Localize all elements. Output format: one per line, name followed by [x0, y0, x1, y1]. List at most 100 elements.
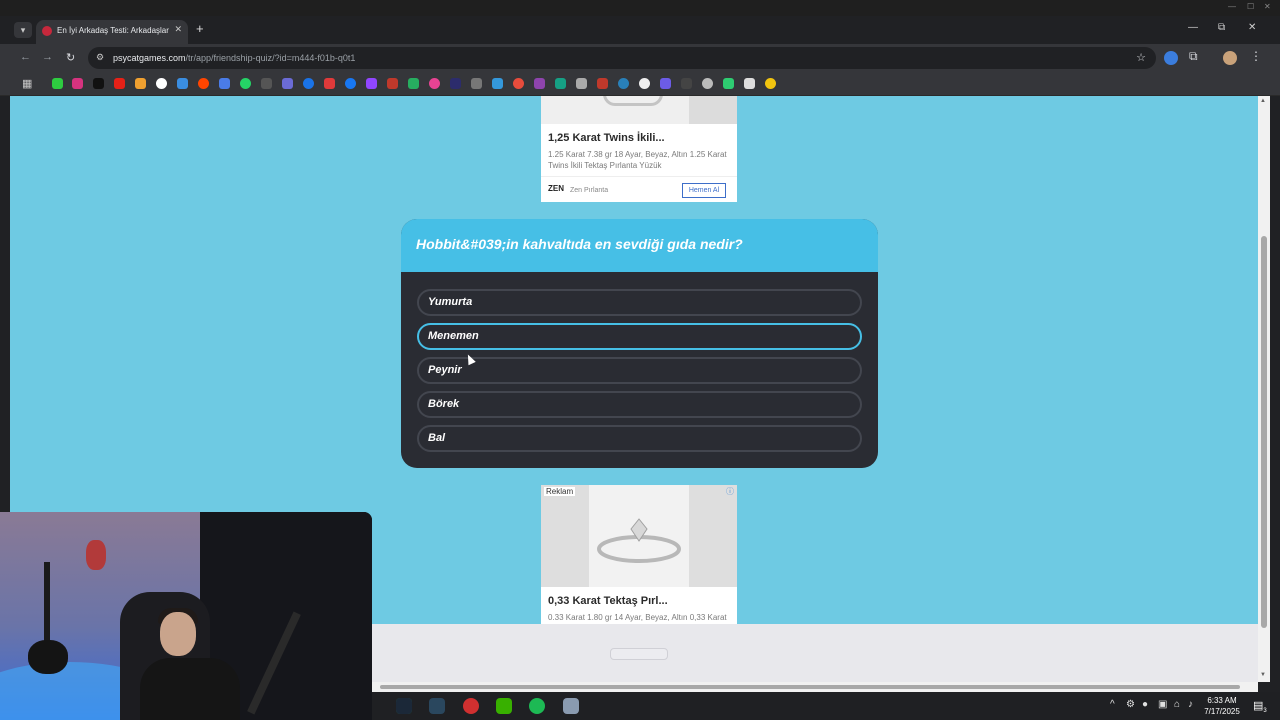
- tray-overflow-icon[interactable]: ^: [1110, 699, 1115, 710]
- bookmark-icon[interactable]: [408, 78, 419, 89]
- tab-search-button[interactable]: ▾: [14, 22, 32, 38]
- reload-icon[interactable]: ↻: [66, 51, 75, 64]
- bookmark-icon[interactable]: [135, 78, 146, 89]
- bookmark-icon[interactable]: [387, 78, 398, 89]
- tray-app-icon[interactable]: ⚙: [1126, 699, 1135, 710]
- site-info-icon[interactable]: ⚙: [96, 52, 104, 63]
- bookmark-icon[interactable]: [576, 78, 587, 89]
- back-arrow-icon[interactable]: ←: [20, 51, 31, 63]
- bookmark-icon[interactable]: [639, 78, 650, 89]
- profile-avatar[interactable]: [1223, 51, 1237, 65]
- display-icon[interactable]: ▣: [1158, 699, 1167, 710]
- file-explorer-icon[interactable]: [563, 698, 579, 714]
- bookmark-facebook-icon[interactable]: [345, 78, 356, 89]
- new-tab-button[interactable]: +: [196, 21, 204, 36]
- ad-card-bottom[interactable]: Reklam ⓘ 0,33 Karat Tektaş Pırl... 0.33 …: [541, 485, 737, 624]
- volume-icon[interactable]: ♪: [1188, 699, 1193, 710]
- apps-grid-icon[interactable]: ▦: [22, 77, 32, 90]
- forward-arrow-icon[interactable]: →: [42, 51, 53, 63]
- bookmark-icon[interactable]: [52, 78, 63, 89]
- bookmark-youtube-icon[interactable]: [114, 78, 125, 89]
- bookmark-icon[interactable]: [681, 78, 692, 89]
- ad-footer: ZEN Zen Pırlanta Hemen Al: [541, 176, 737, 202]
- scroll-thumb[interactable]: [1261, 236, 1267, 628]
- guitar-icon: [44, 562, 50, 652]
- bookmark-twitch-icon[interactable]: [366, 78, 377, 89]
- url-text[interactable]: psycatgames.com/tr/app/friendship-quiz/?…: [113, 53, 355, 63]
- site-favicon-icon: [42, 26, 52, 36]
- bookmark-icon[interactable]: [513, 78, 524, 89]
- clock-date: 7/17/2025: [1204, 707, 1240, 716]
- tab-active[interactable]: En İyi Arkadaş Testi: Arkadaşların ✕: [36, 20, 188, 44]
- restore-button[interactable]: ⧉: [1218, 22, 1225, 33]
- bookmark-icon[interactable]: [177, 78, 188, 89]
- close-mini-icon[interactable]: ✕: [1264, 2, 1271, 11]
- mic-icon[interactable]: ●: [1142, 699, 1148, 710]
- answer-option-yumurta[interactable]: Yumurta: [417, 289, 862, 316]
- bookmark-x-icon[interactable]: [93, 78, 104, 89]
- network-icon[interactable]: ⌂: [1174, 699, 1180, 710]
- bookmark-icon[interactable]: [597, 78, 608, 89]
- bookmark-icon[interactable]: [450, 78, 461, 89]
- restore-mini-icon[interactable]: ☐: [1247, 2, 1254, 11]
- answer-option-menemen[interactable]: Menemen: [417, 323, 862, 350]
- obs-icon[interactable]: [463, 698, 479, 714]
- bookmark-icon[interactable]: [219, 78, 230, 89]
- spotify-icon[interactable]: [529, 698, 545, 714]
- bookmark-icon[interactable]: [765, 78, 776, 89]
- address-bar[interactable]: ⚙ psycatgames.com/tr/app/friendship-quiz…: [88, 47, 1156, 69]
- bookmark-icon[interactable]: [324, 78, 335, 89]
- bookmark-icon[interactable]: [618, 78, 629, 89]
- quiz-header: Hobbit&#039;in kahvaltıda en sevdiği gıd…: [401, 219, 878, 272]
- minimize-mini-icon[interactable]: —: [1228, 2, 1236, 11]
- bookmark-icon[interactable]: [744, 78, 755, 89]
- quiz-question: Hobbit&#039;in kahvaltıda en sevdiği gıd…: [416, 236, 743, 252]
- ad-label: Reklam: [544, 487, 576, 496]
- system-clock[interactable]: 6:33 AM 7/17/2025: [1197, 695, 1247, 717]
- bookmark-icon[interactable]: [429, 78, 440, 89]
- window-title-bar: — ☐ ✕: [0, 0, 1280, 16]
- bookmark-icon[interactable]: [261, 78, 272, 89]
- ad-title[interactable]: 1,25 Karat Twins İkili...: [548, 132, 665, 144]
- bookmark-reddit-icon[interactable]: [198, 78, 209, 89]
- answer-option-borek[interactable]: Börek: [417, 391, 862, 418]
- ad-info-icon[interactable]: ⓘ: [726, 486, 734, 497]
- bookmark-icon[interactable]: [534, 78, 545, 89]
- scroll-up-icon[interactable]: ▲: [1260, 98, 1266, 104]
- bookmark-icon[interactable]: [72, 78, 83, 89]
- bookmark-icon[interactable]: [282, 78, 293, 89]
- scroll-down-icon[interactable]: ▼: [1260, 672, 1266, 678]
- vertical-scrollbar[interactable]: ▲ ▼: [1258, 96, 1270, 682]
- bookmark-icon[interactable]: [492, 78, 503, 89]
- extensions-puzzle-icon[interactable]: ⧉: [1189, 49, 1203, 63]
- tab-close-icon[interactable]: ✕: [174, 24, 182, 35]
- notification-icon[interactable]: ▤3: [1253, 699, 1267, 714]
- ad-card-top[interactable]: 1,25 Karat Twins İkili... 1.25 Karat 7.3…: [541, 96, 737, 202]
- steam-icon[interactable]: [429, 698, 445, 714]
- ad-title[interactable]: 0,33 Karat Tektaş Pırl...: [548, 595, 668, 607]
- bookmark-icon[interactable]: [723, 78, 734, 89]
- answer-option-bal[interactable]: Bal: [417, 425, 862, 452]
- minimize-button[interactable]: —: [1188, 22, 1198, 33]
- bookmark-google-icon[interactable]: [156, 78, 167, 89]
- bookmark-icon[interactable]: [660, 78, 671, 89]
- horizontal-scrollbar[interactable]: [372, 682, 1258, 692]
- close-window-button[interactable]: ✕: [1248, 22, 1256, 33]
- media-player-icon[interactable]: [496, 698, 512, 714]
- ad-description: 1.25 Karat 7.38 gr 18 Ayar, Beyaz, Altın…: [548, 150, 727, 170]
- bookmark-icon[interactable]: [303, 78, 314, 89]
- bookmark-icon[interactable]: [471, 78, 482, 89]
- chevron-down-icon: ▾: [20, 25, 26, 35]
- webcam-overlay: [0, 512, 372, 720]
- answer-option-peynir[interactable]: Peynir: [417, 357, 862, 384]
- steam-icon[interactable]: [396, 698, 412, 714]
- hscroll-thumb[interactable]: [380, 685, 1240, 689]
- extension-icon[interactable]: [1164, 51, 1178, 65]
- bookmark-whatsapp-icon[interactable]: [240, 78, 251, 89]
- ad-cta-button[interactable]: Hemen Al: [682, 183, 726, 198]
- bookmark-star-icon[interactable]: ☆: [1136, 51, 1146, 64]
- bookmark-icon[interactable]: [555, 78, 566, 89]
- answer-label: Menemen: [428, 330, 479, 342]
- bookmark-icon[interactable]: [702, 78, 713, 89]
- browser-menu-icon[interactable]: ⋮: [1250, 49, 1262, 63]
